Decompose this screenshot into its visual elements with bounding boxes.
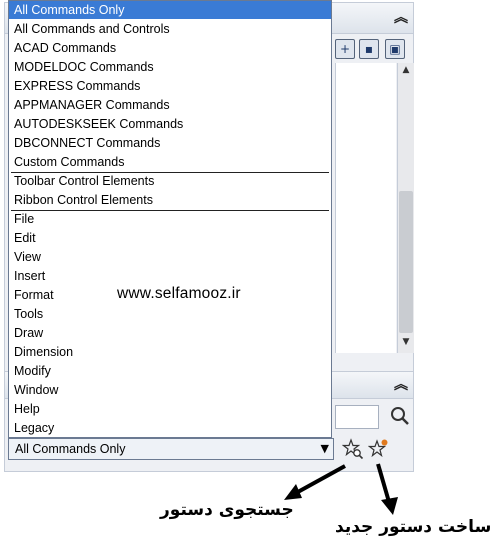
vertical-scrollbar[interactable]: ▲ ▼ (397, 63, 414, 353)
find-command-icon[interactable] (342, 438, 364, 460)
list-item[interactable]: Modify (9, 362, 331, 380)
chevron-down-icon[interactable]: ▼ (321, 439, 329, 459)
combobox-value: All Commands Only (15, 442, 126, 456)
list-item[interactable]: File (9, 210, 331, 228)
list-item[interactable]: ACAD Commands (9, 39, 331, 57)
search-icon[interactable] (389, 405, 411, 427)
export-icon[interactable]: ▣ (385, 39, 405, 59)
command-filter-combobox[interactable]: All Commands Only ▼ (8, 438, 334, 460)
list-item[interactable]: All Commands Only (9, 1, 331, 19)
search-input[interactable] (335, 405, 379, 429)
list-item[interactable]: Toolbar Control Elements (9, 172, 331, 190)
add-icon[interactable]: + (335, 39, 355, 59)
list-item[interactable]: AUTODESKSEEK Commands (9, 115, 331, 133)
list-item[interactable]: MODELDOC Commands (9, 58, 331, 76)
list-item[interactable]: Insert (9, 267, 331, 285)
list-item[interactable]: APPMANAGER Commands (9, 96, 331, 114)
list-item[interactable]: Ribbon Control Elements (9, 191, 331, 209)
list-item[interactable]: Edit (9, 229, 331, 247)
collapse-top-icon[interactable]: ︽ (393, 10, 409, 26)
create-command-caption: ساخت دستور جدید (335, 517, 492, 537)
list-item[interactable]: Help (9, 400, 331, 418)
list-item[interactable]: All Commands and Controls (9, 20, 331, 38)
scroll-thumb[interactable] (399, 191, 413, 333)
watermark-text: www.selfamooz.ir (117, 285, 241, 302)
list-item[interactable]: Draw (9, 324, 331, 342)
list-item[interactable]: Custom Commands (9, 153, 331, 171)
new-command-icon[interactable] (368, 438, 390, 460)
list-item[interactable]: EXPRESS Commands (9, 77, 331, 95)
tree-area (335, 63, 396, 353)
scroll-up-icon[interactable]: ▲ (398, 65, 414, 79)
save-icon[interactable]: ▪ (359, 39, 379, 59)
list-item[interactable]: Tools (9, 305, 331, 323)
list-item[interactable]: DBCONNECT Commands (9, 134, 331, 152)
command-filter-dropdown-list[interactable]: All Commands Only All Commands and Contr… (8, 0, 332, 438)
list-item[interactable]: Window (9, 381, 331, 399)
list-item[interactable]: Legacy (9, 419, 331, 437)
list-item[interactable]: Dimension (9, 343, 331, 361)
scroll-down-icon[interactable]: ▼ (398, 337, 414, 351)
collapse-bottom-icon[interactable]: ︽ (393, 377, 409, 393)
list-item[interactable]: View (9, 248, 331, 266)
search-command-caption: جستجوی دستور (160, 500, 294, 520)
